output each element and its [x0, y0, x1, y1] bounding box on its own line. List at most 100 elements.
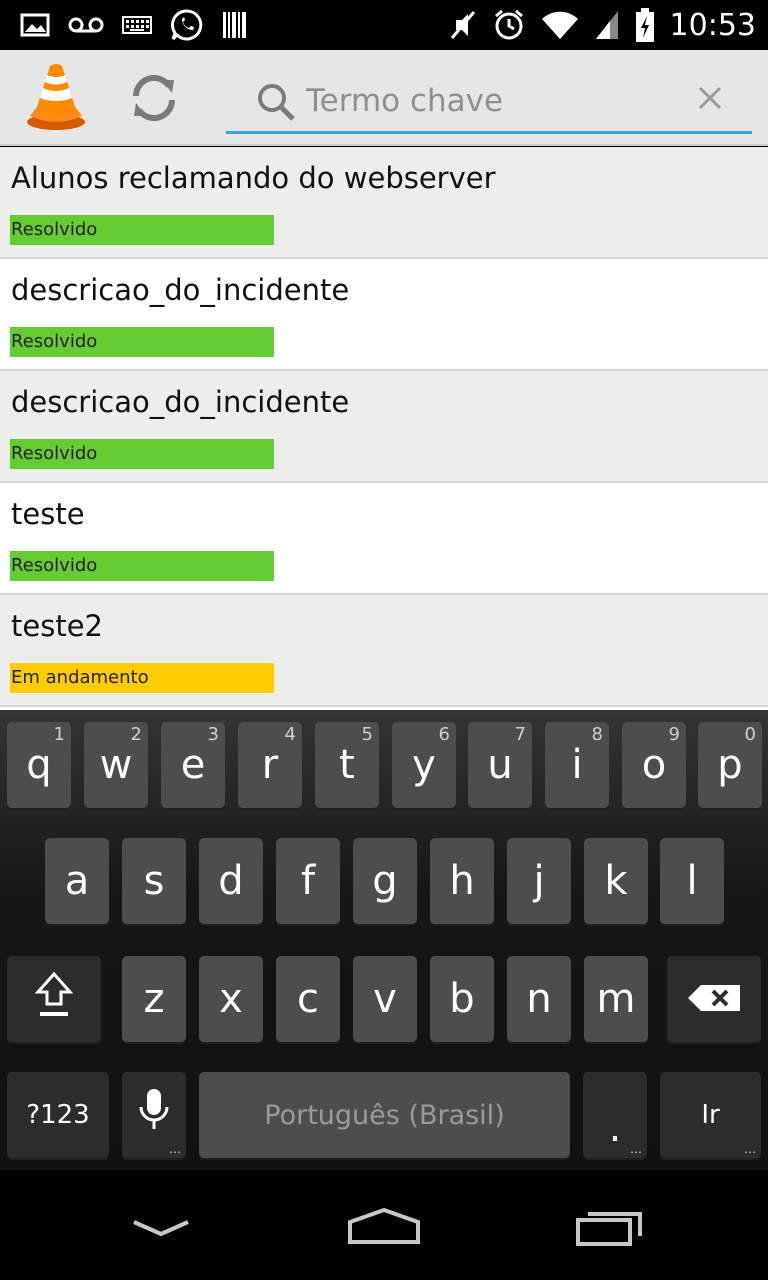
incident-title: Alunos reclamando do webserver	[11, 161, 496, 195]
shift-icon	[34, 970, 74, 1028]
incident-title: teste	[11, 497, 85, 531]
key-d[interactable]: d	[199, 838, 263, 924]
key-label: o	[641, 742, 667, 788]
more-options-icon: …	[169, 1142, 182, 1156]
key-t[interactable]: t5	[315, 722, 379, 808]
list-item[interactable]: Alunos reclamando do webserver Resolvido	[0, 147, 768, 259]
incident-title: descricao_do_incidente	[11, 385, 350, 419]
search-field[interactable]	[226, 72, 752, 134]
status-badge: Resolvido	[10, 439, 274, 469]
key-label: e	[180, 742, 206, 788]
key-label: t	[339, 742, 355, 788]
whatsapp-icon	[170, 6, 204, 44]
incident-title: teste2	[11, 609, 103, 643]
signal-icon	[594, 6, 620, 44]
key-number: 0	[744, 724, 756, 745]
status-badge: Em andamento	[10, 663, 274, 693]
search-input[interactable]	[306, 78, 686, 124]
microphone-key[interactable]: …	[122, 1072, 186, 1158]
key-number: 3	[207, 724, 219, 745]
key-label: p	[717, 742, 743, 788]
list-item[interactable]: descricao_do_incidente Resolvido	[0, 371, 768, 483]
space-key[interactable]: Português (Brasil)	[199, 1072, 570, 1158]
key-l[interactable]: l	[660, 838, 724, 924]
keyboard-icon	[122, 6, 152, 44]
barcode-icon	[222, 6, 248, 44]
key-i[interactable]: i8	[545, 722, 609, 808]
image-icon	[20, 6, 50, 44]
incident-title: descricao_do_incidente	[11, 273, 350, 307]
key-h[interactable]: h	[430, 838, 494, 924]
period-key[interactable]: . …	[583, 1072, 647, 1158]
clock: 10:53	[669, 7, 756, 43]
key-number: 9	[668, 724, 680, 745]
key-c[interactable]: c	[276, 956, 340, 1042]
key-label: y	[412, 742, 436, 788]
wifi-icon	[540, 6, 580, 44]
backspace-key[interactable]	[667, 956, 761, 1042]
soft-keyboard: q1 w2 e3 r4 t5 y6 u7 i8 o9 p0 a s d f g …	[0, 710, 768, 1170]
key-number: 6	[438, 724, 450, 745]
battery-icon	[634, 6, 656, 44]
microphone-icon	[137, 1087, 171, 1143]
key-p[interactable]: p0	[698, 722, 762, 808]
key-v[interactable]: v	[353, 956, 417, 1042]
key-j[interactable]: j	[507, 838, 571, 924]
list-item[interactable]: descricao_do_incidente Resolvido	[0, 259, 768, 371]
key-number: 1	[53, 724, 65, 745]
key-number: 4	[284, 724, 296, 745]
key-a[interactable]: a	[45, 838, 109, 924]
key-label: r	[261, 742, 279, 788]
key-y[interactable]: y6	[392, 722, 456, 808]
key-label: i	[571, 742, 583, 788]
navigation-bar	[0, 1170, 768, 1280]
key-x[interactable]: x	[199, 956, 263, 1042]
key-z[interactable]: z	[122, 956, 186, 1042]
key-m[interactable]: m	[584, 956, 648, 1042]
key-k[interactable]: k	[584, 838, 648, 924]
home-button[interactable]	[346, 1206, 422, 1250]
mute-icon	[448, 6, 478, 44]
key-b[interactable]: b	[430, 956, 494, 1042]
key-number: 8	[591, 724, 603, 745]
key-r[interactable]: r4	[238, 722, 302, 808]
status-badge: Resolvido	[10, 551, 274, 581]
backspace-icon	[687, 976, 741, 1022]
action-bar	[0, 50, 768, 146]
key-s[interactable]: s	[122, 838, 186, 924]
key-q[interactable]: q1	[7, 722, 71, 808]
search-icon	[256, 82, 296, 122]
key-f[interactable]: f	[276, 838, 340, 924]
key-label: .	[608, 1105, 622, 1151]
symbols-key[interactable]: ?123	[7, 1072, 109, 1158]
go-key[interactable]: Ir …	[660, 1072, 761, 1158]
chevron-down-icon	[130, 1214, 192, 1242]
key-g[interactable]: g	[353, 838, 417, 924]
key-o[interactable]: o9	[622, 722, 686, 808]
key-n[interactable]: n	[507, 956, 571, 1042]
key-label: w	[99, 742, 133, 788]
vlc-cone-logo-icon[interactable]	[24, 62, 88, 132]
list-item[interactable]: teste2 Em andamento	[0, 595, 768, 707]
alarm-icon	[492, 6, 526, 44]
key-number: 2	[130, 724, 142, 745]
voicemail-icon	[68, 6, 104, 44]
more-options-icon: …	[630, 1142, 643, 1156]
key-label: u	[487, 742, 513, 788]
shift-key[interactable]	[7, 956, 101, 1042]
key-label: q	[26, 742, 52, 788]
hide-keyboard-button[interactable]	[128, 1208, 194, 1248]
status-badge: Resolvido	[10, 215, 274, 245]
incident-list: Alunos reclamando do webserver Resolvido…	[0, 147, 768, 710]
key-label: Ir	[701, 1100, 720, 1130]
key-e[interactable]: e3	[161, 722, 225, 808]
key-u[interactable]: u7	[468, 722, 532, 808]
key-number: 5	[361, 724, 373, 745]
recent-apps-button[interactable]	[574, 1208, 646, 1248]
close-icon[interactable]	[696, 84, 724, 112]
key-w[interactable]: w2	[84, 722, 148, 808]
status-bar: 10:53	[0, 0, 768, 50]
refresh-icon[interactable]	[126, 70, 182, 126]
list-item[interactable]: teste Resolvido	[0, 483, 768, 595]
home-icon	[346, 1206, 422, 1250]
